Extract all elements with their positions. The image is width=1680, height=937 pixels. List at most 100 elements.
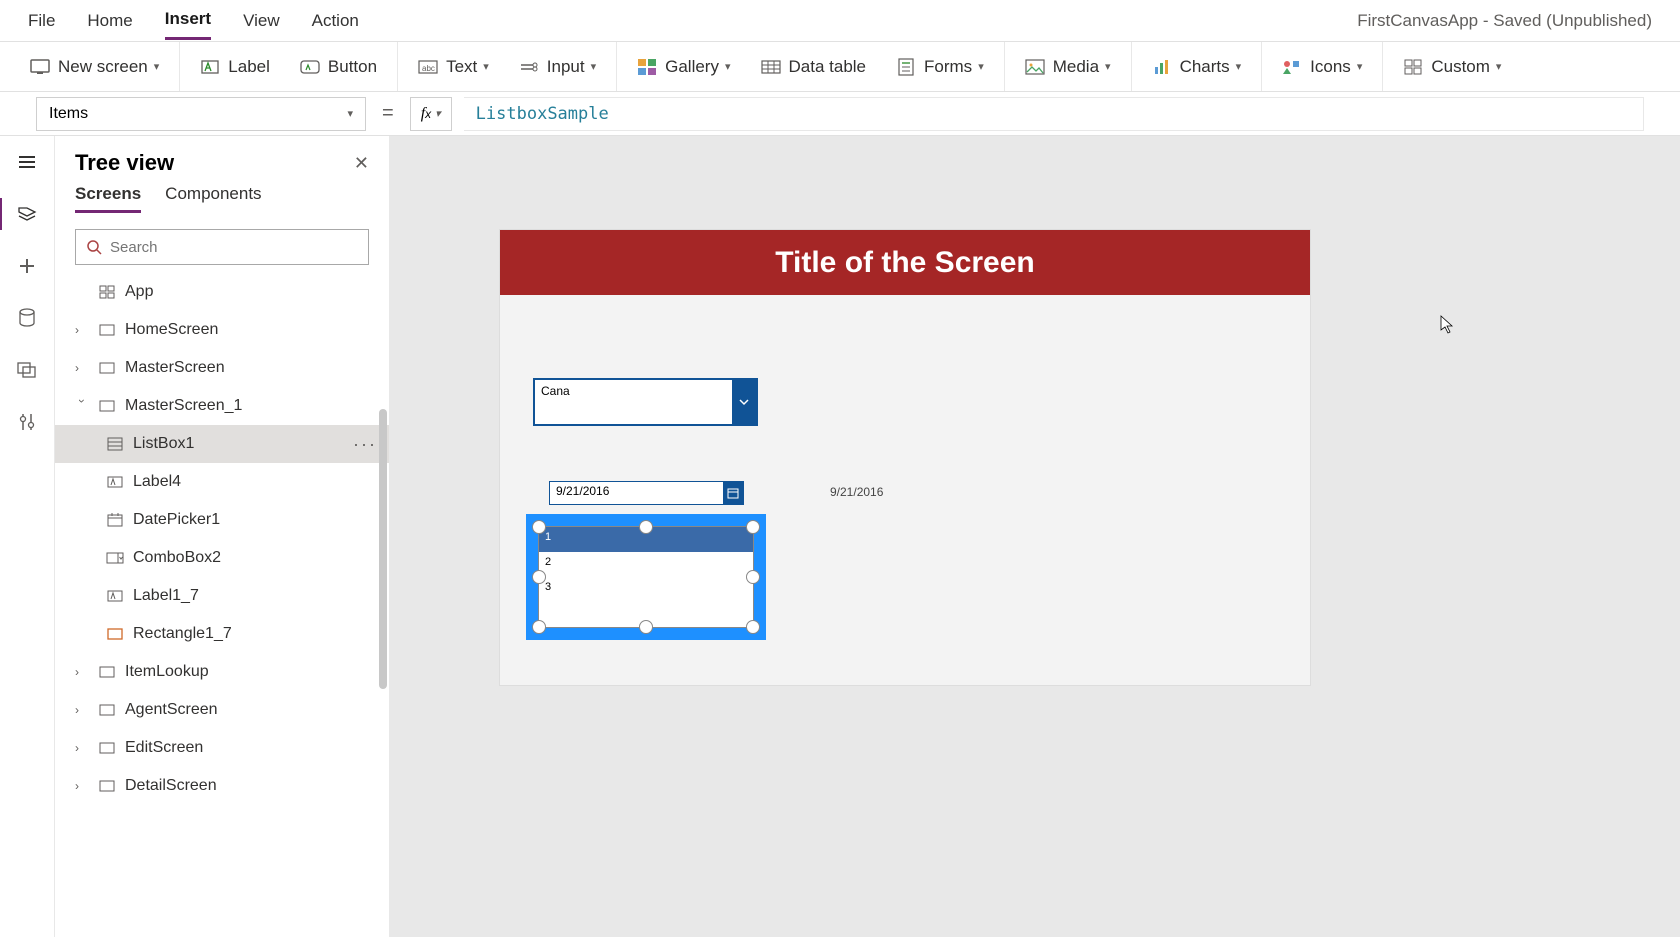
date-label[interactable]: 9/21/2016 — [830, 485, 883, 499]
app-screen[interactable]: Title of the Screen Cana 9/21/2016 9/21/… — [500, 230, 1310, 685]
formula-bar: Items ▾ = fx ▾ ListboxSample — [0, 92, 1680, 136]
search-input[interactable] — [110, 239, 358, 256]
datepicker-control[interactable]: 9/21/2016 — [549, 481, 744, 505]
resize-handle-n[interactable] — [639, 520, 653, 534]
tree-node-label: MasterScreen_1 — [125, 397, 242, 415]
caret-right-icon[interactable]: › — [75, 323, 89, 337]
tree-node-masterscreen1[interactable]: › MasterScreen_1 — [55, 387, 389, 425]
listbox-control[interactable]: 1 2 3 — [538, 526, 754, 628]
resize-handle-sw[interactable] — [532, 620, 546, 634]
tree-node-label: ItemLookup — [125, 663, 209, 681]
tree-node-label: Label1_7 — [133, 587, 199, 605]
media-rail-icon[interactable] — [15, 358, 39, 382]
caret-right-icon[interactable]: › — [75, 361, 89, 375]
scrollbar[interactable] — [379, 409, 387, 689]
main-area: Tree view ✕ Screens Components App › Hom… — [0, 136, 1680, 937]
caret-right-icon[interactable]: › — [75, 665, 89, 679]
tree-node-combobox2[interactable]: ComboBox2 — [55, 539, 389, 577]
resize-handle-ne[interactable] — [746, 520, 760, 534]
forms-icon — [896, 57, 916, 77]
formula-input[interactable]: ListboxSample — [464, 97, 1644, 131]
tree-node-datepicker1[interactable]: DatePicker1 — [55, 501, 389, 539]
datepicker-value: 9/21/2016 — [550, 482, 723, 504]
tree-node-agentscreen[interactable]: › AgentScreen — [55, 691, 389, 729]
gallery-button[interactable]: Gallery ▾ — [631, 53, 736, 81]
tree-node-label: DatePicker1 — [133, 511, 220, 529]
resize-handle-w[interactable] — [532, 570, 546, 584]
icons-button[interactable]: Icons ▾ — [1276, 53, 1368, 81]
resize-handle-e[interactable] — [746, 570, 760, 584]
tree-list[interactable]: App › HomeScreen › MasterScreen › Master… — [55, 273, 389, 937]
tree-node-listbox1[interactable]: ListBox1 ··· — [55, 425, 389, 463]
app-title: FirstCanvasApp - Saved (Unpublished) — [1357, 11, 1652, 31]
search-box[interactable] — [75, 229, 369, 265]
forms-button[interactable]: Forms ▾ — [890, 53, 990, 81]
caret-down-icon[interactable]: › — [75, 399, 89, 413]
tab-components[interactable]: Components — [165, 184, 261, 213]
canvas-area[interactable]: Title of the Screen Cana 9/21/2016 9/21/… — [390, 136, 1680, 937]
screen-title-bar[interactable]: Title of the Screen — [500, 230, 1310, 295]
data-icon[interactable] — [15, 306, 39, 330]
tree-node-editscreen[interactable]: › EditScreen — [55, 729, 389, 767]
input-button[interactable]: Input ▾ — [513, 53, 602, 81]
resize-handle-se[interactable] — [746, 620, 760, 634]
tree-node-detailscreen[interactable]: › DetailScreen — [55, 767, 389, 805]
property-selector[interactable]: Items ▾ — [36, 97, 366, 131]
label-button[interactable]: Label — [194, 53, 276, 81]
datatable-button[interactable]: Data table — [755, 53, 873, 81]
datepicker-button[interactable] — [723, 482, 743, 504]
tab-screens[interactable]: Screens — [75, 184, 141, 213]
insert-icon[interactable] — [15, 254, 39, 278]
tree-node-label: ComboBox2 — [133, 549, 221, 567]
tree-node-masterscreen[interactable]: › MasterScreen — [55, 349, 389, 387]
tree-node-app[interactable]: App — [55, 273, 389, 311]
tree-node-homescreen[interactable]: › HomeScreen — [55, 311, 389, 349]
chevron-down-icon — [738, 396, 750, 408]
hamburger-icon[interactable] — [15, 150, 39, 174]
tree-node-label: ListBox1 — [133, 435, 194, 453]
menu-action[interactable]: Action — [312, 3, 359, 39]
tree-node-label: MasterScreen — [125, 359, 225, 377]
svg-text:abc: abc — [422, 64, 435, 73]
screen-icon — [97, 702, 117, 718]
canvas-scroll-area[interactable] — [1666, 136, 1680, 937]
cursor-icon — [1440, 315, 1456, 335]
listbox-item[interactable]: 3 — [539, 577, 753, 602]
menu-file[interactable]: File — [28, 3, 55, 39]
gallery-icon — [637, 57, 657, 77]
screen-icon — [97, 664, 117, 680]
close-icon[interactable]: ✕ — [354, 153, 369, 174]
menu-home[interactable]: Home — [87, 3, 132, 39]
media-button-text: Media — [1053, 57, 1099, 77]
gallery-button-text: Gallery — [665, 57, 719, 77]
menu-insert[interactable]: Insert — [165, 1, 211, 40]
calendar-icon — [727, 487, 739, 499]
combobox-dropdown-button[interactable] — [732, 380, 756, 424]
button-button[interactable]: Button — [294, 53, 383, 81]
property-name: Items — [49, 105, 88, 123]
more-icon[interactable]: ··· — [353, 434, 377, 455]
caret-right-icon[interactable]: › — [75, 779, 89, 793]
tree-node-itemlookup[interactable]: › ItemLookup — [55, 653, 389, 691]
charts-button[interactable]: Charts ▾ — [1146, 53, 1248, 81]
chevron-down-icon: ▾ — [1496, 60, 1502, 73]
menu-view[interactable]: View — [243, 3, 280, 39]
tree-node-label1-7[interactable]: Label1_7 — [55, 577, 389, 615]
text-button[interactable]: abc Text ▾ — [412, 53, 495, 81]
media-button[interactable]: Media ▾ — [1019, 53, 1117, 81]
combobox-control[interactable]: Cana — [533, 378, 758, 426]
caret-right-icon[interactable]: › — [75, 703, 89, 717]
tree-view-icon[interactable] — [15, 202, 39, 226]
custom-button[interactable]: Custom ▾ — [1397, 53, 1507, 81]
new-screen-button[interactable]: New screen ▾ — [24, 53, 165, 81]
advanced-icon[interactable] — [15, 410, 39, 434]
label-icon — [105, 474, 125, 490]
resize-handle-nw[interactable] — [532, 520, 546, 534]
listbox-item[interactable]: 2 — [539, 552, 753, 577]
tree-node-label4[interactable]: Label4 — [55, 463, 389, 501]
listbox-selection[interactable]: 1 2 3 — [526, 514, 766, 640]
fx-button[interactable]: fx ▾ — [410, 97, 452, 131]
caret-right-icon[interactable]: › — [75, 741, 89, 755]
tree-node-rectangle1-7[interactable]: Rectangle1_7 — [55, 615, 389, 653]
resize-handle-s[interactable] — [639, 620, 653, 634]
